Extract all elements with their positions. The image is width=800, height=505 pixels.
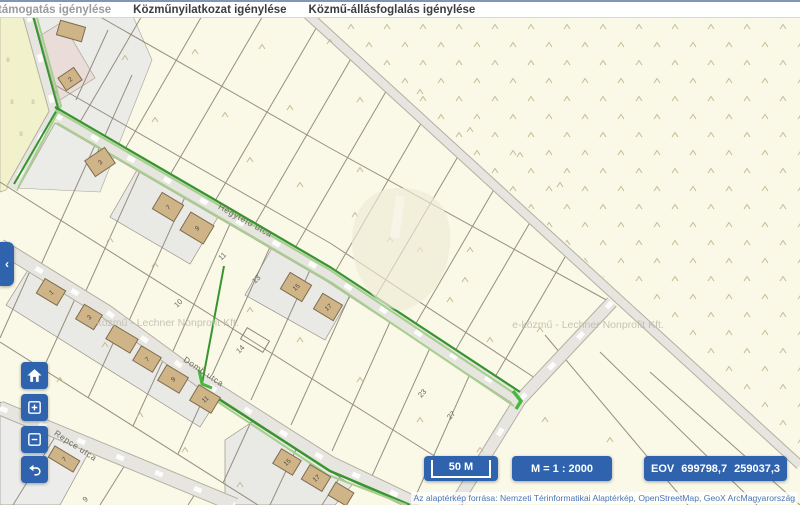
home-icon [26, 367, 43, 384]
map-attribution: Az alaptérkép forrása: Nemzeti Térinform… [411, 492, 798, 504]
undo-button[interactable] [21, 456, 48, 483]
zoom-in-button[interactable] [21, 394, 48, 421]
eov-y-value: 259037,3 [734, 463, 780, 475]
map-ratio-label: M = 1 : 2000 [531, 463, 593, 475]
top-menu-bar: támogatás igénylése Közműnyilatkozat igé… [0, 0, 800, 18]
eov-x-value: 699798,7 [681, 463, 727, 475]
eov-coordinates-box: EOV 699798,7 259037,3 [644, 456, 787, 481]
home-button[interactable] [21, 362, 48, 389]
menu-item-kozmunyilatkozat[interactable]: Közműnyilatkozat igénylése [133, 2, 286, 18]
menu-item-kozmu-allasfoglalas[interactable]: Közmű-állásfoglalás igénylése [309, 2, 476, 18]
menu-item-tamogatas[interactable]: támogatás igénylése [0, 2, 111, 18]
map-canvas[interactable]: 2379151713791115177 IIIIIIII Hegytető ut… [0, 0, 800, 505]
undo-icon [26, 461, 43, 478]
grassland-mark: II [31, 99, 35, 106]
chevron-left-icon: ‹ [5, 257, 9, 271]
copyright-watermark: e-közmű - Lechner Nonprofit Kft. [87, 317, 239, 329]
map-ratio-box: M = 1 : 2000 [512, 456, 612, 481]
collapse-panel-tab[interactable]: ‹ [0, 242, 14, 286]
zoom-out-icon [26, 431, 43, 448]
zoom-out-button[interactable] [21, 426, 48, 453]
scale-bar-box: 50 M [424, 456, 498, 481]
eov-label: EOV [651, 463, 674, 475]
scale-bar-label: 50 M [431, 460, 491, 478]
grassland-mark: II [19, 131, 23, 138]
zoom-in-icon [26, 399, 43, 416]
grassland-mark: II [6, 57, 10, 64]
grassland-mark: II [10, 99, 14, 106]
copyright-watermark: e-közmű - Lechner Nonprofit Kft. [512, 319, 664, 331]
